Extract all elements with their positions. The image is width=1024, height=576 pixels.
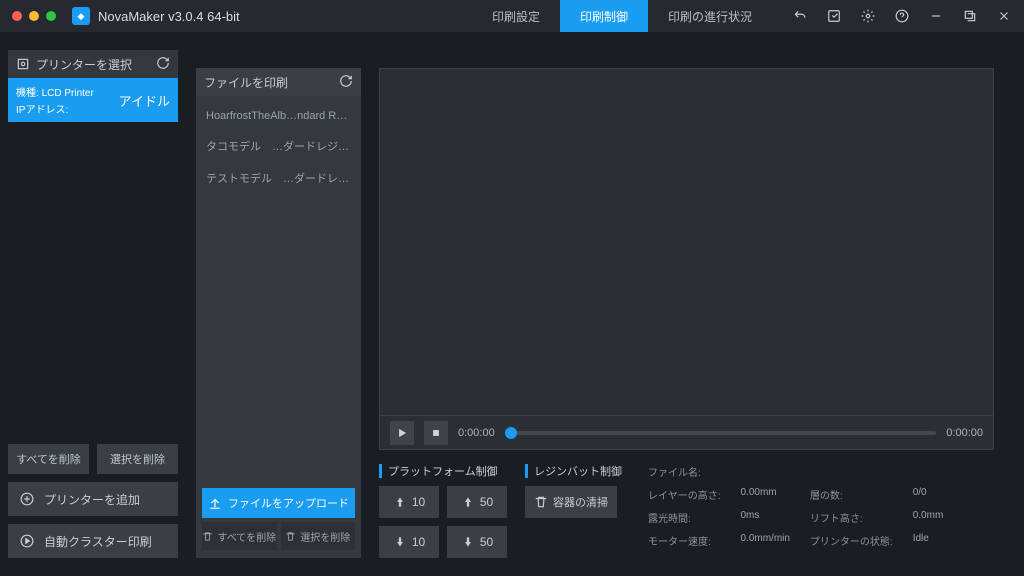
layer-height-value: 0.00mm [740,487,789,502]
printer-panel-header: プリンターを選択 [8,50,178,78]
layer-height-label: レイヤーの高さ: [648,487,720,502]
close-window-dot[interactable] [12,11,22,21]
edit-icon[interactable] [826,8,842,24]
printer-model: LCD Printer [42,88,94,99]
lift-value: 0.0mm [913,510,944,525]
current-time: 0:00:00 [458,427,495,439]
printer-ip-label: IPアドレス: [16,101,94,116]
maximize-window-dot[interactable] [46,11,56,21]
print-info: ファイル名: レイヤーの高さ: 0.00mm 層の数: 0/0 露光時間: 0m… [648,464,943,558]
tab-print-settings[interactable]: 印刷設定 [472,0,560,32]
motor-value: 0.0mm/min [740,533,789,548]
platform-down-50-button[interactable]: 50 [447,526,507,558]
app-title: NovaMaker v3.0.4 64-bit [98,9,240,24]
platform-down-10-button[interactable]: 10 [379,526,439,558]
printer-card[interactable]: 機種: LCD Printer IPアドレス: アイドル [8,78,178,122]
file-item[interactable]: テストモデル …ダードレジン.cws [196,162,361,194]
upload-file-label: ファイルをアップロード [228,495,349,511]
vat-control-group: レジンバット制御 容器の清掃 [525,464,622,558]
window-traffic-lights [12,11,56,21]
playback-slider[interactable] [505,431,937,435]
printer-status: アイドル [119,91,170,110]
auto-cluster-label: 自動クラスター印刷 [44,533,152,550]
files-panel: ファイルを印刷 HoarfrostTheAlb…ndard Resin.ctb … [196,68,361,558]
clean-vat-button[interactable]: 容器の清掃 [525,486,617,518]
maximize-icon[interactable] [962,8,978,24]
platform-control-group: プラットフォーム制御 10 10 50 50 [379,464,507,558]
toolbar-icons [792,8,1012,24]
exposure-value: 0ms [740,510,789,525]
printer-panel-title: プリンターを選択 [36,56,132,73]
settings-gear-icon[interactable] [860,8,876,24]
minimize-window-dot[interactable] [29,11,39,21]
close-icon[interactable] [996,8,1012,24]
platform-up-10-button[interactable]: 10 [379,486,439,518]
total-time: 0:00:00 [946,427,983,439]
help-icon[interactable] [894,8,910,24]
printer-model-label: 機種: [16,88,39,99]
exposure-label: 露光時間: [648,510,720,525]
platform-control-header: プラットフォーム制御 [379,464,507,478]
file-item[interactable]: HoarfrostTheAlb…ndard Resin.ctb [196,102,361,130]
file-list: HoarfrostTheAlb…ndard Resin.ctb タコモデル …ダ… [196,96,361,482]
add-printer-button[interactable]: プリンターを追加 [8,482,178,516]
preview-panel: 0:00:00 0:00:00 プラットフォーム制御 10 10 50 50 [379,68,994,558]
filename-label: ファイル名: [648,464,720,479]
play-button[interactable] [390,421,414,445]
refresh-printers-icon[interactable] [156,56,170,73]
upload-file-button[interactable]: ファイルをアップロード [202,488,355,518]
printer-sidebar: プリンターを選択 機種: LCD Printer IPアドレス: アイドル すべ… [8,50,178,558]
layers-value: 0/0 [913,487,944,502]
file-item[interactable]: タコモデル …ダードレジン.cws [196,130,361,162]
layers-label: 層の数: [810,487,893,502]
printer-status-label: プリンターの状態: [810,533,893,548]
slider-knob-icon[interactable] [505,427,517,439]
tab-print-progress[interactable]: 印刷の進行状況 [648,0,772,32]
add-printer-label: プリンターを追加 [44,491,140,508]
files-panel-header: ファイルを印刷 [196,68,361,96]
preview-viewport[interactable] [379,68,994,416]
main-tabs: 印刷設定 印刷制御 印刷の進行状況 [472,0,772,32]
delete-selected-printers-button[interactable]: 選択を削除 [97,444,178,474]
minimize-icon[interactable] [928,8,944,24]
files-panel-title: ファイルを印刷 [204,74,288,91]
app-logo-icon: ◆ [72,7,90,25]
delete-all-printers-button[interactable]: すべてを削除 [8,444,89,474]
motor-label: モーター速度: [648,533,720,548]
undo-icon[interactable] [792,8,808,24]
delete-all-files-button[interactable]: すべてを削除 [202,522,277,550]
lift-label: リフト高さ: [810,510,893,525]
auto-cluster-button[interactable]: 自動クラスター印刷 [8,524,178,558]
printer-status-value: Idle [913,533,944,548]
platform-up-50-button[interactable]: 50 [447,486,507,518]
playback-bar: 0:00:00 0:00:00 [379,416,994,450]
vat-control-header: レジンバット制御 [525,464,622,478]
delete-selected-files-button[interactable]: 選択を削除 [281,522,356,550]
tab-print-control[interactable]: 印刷制御 [560,0,648,32]
stop-button[interactable] [424,421,448,445]
titlebar: ◆ NovaMaker v3.0.4 64-bit 印刷設定 印刷制御 印刷の進… [0,0,1024,32]
refresh-files-icon[interactable] [339,74,353,91]
